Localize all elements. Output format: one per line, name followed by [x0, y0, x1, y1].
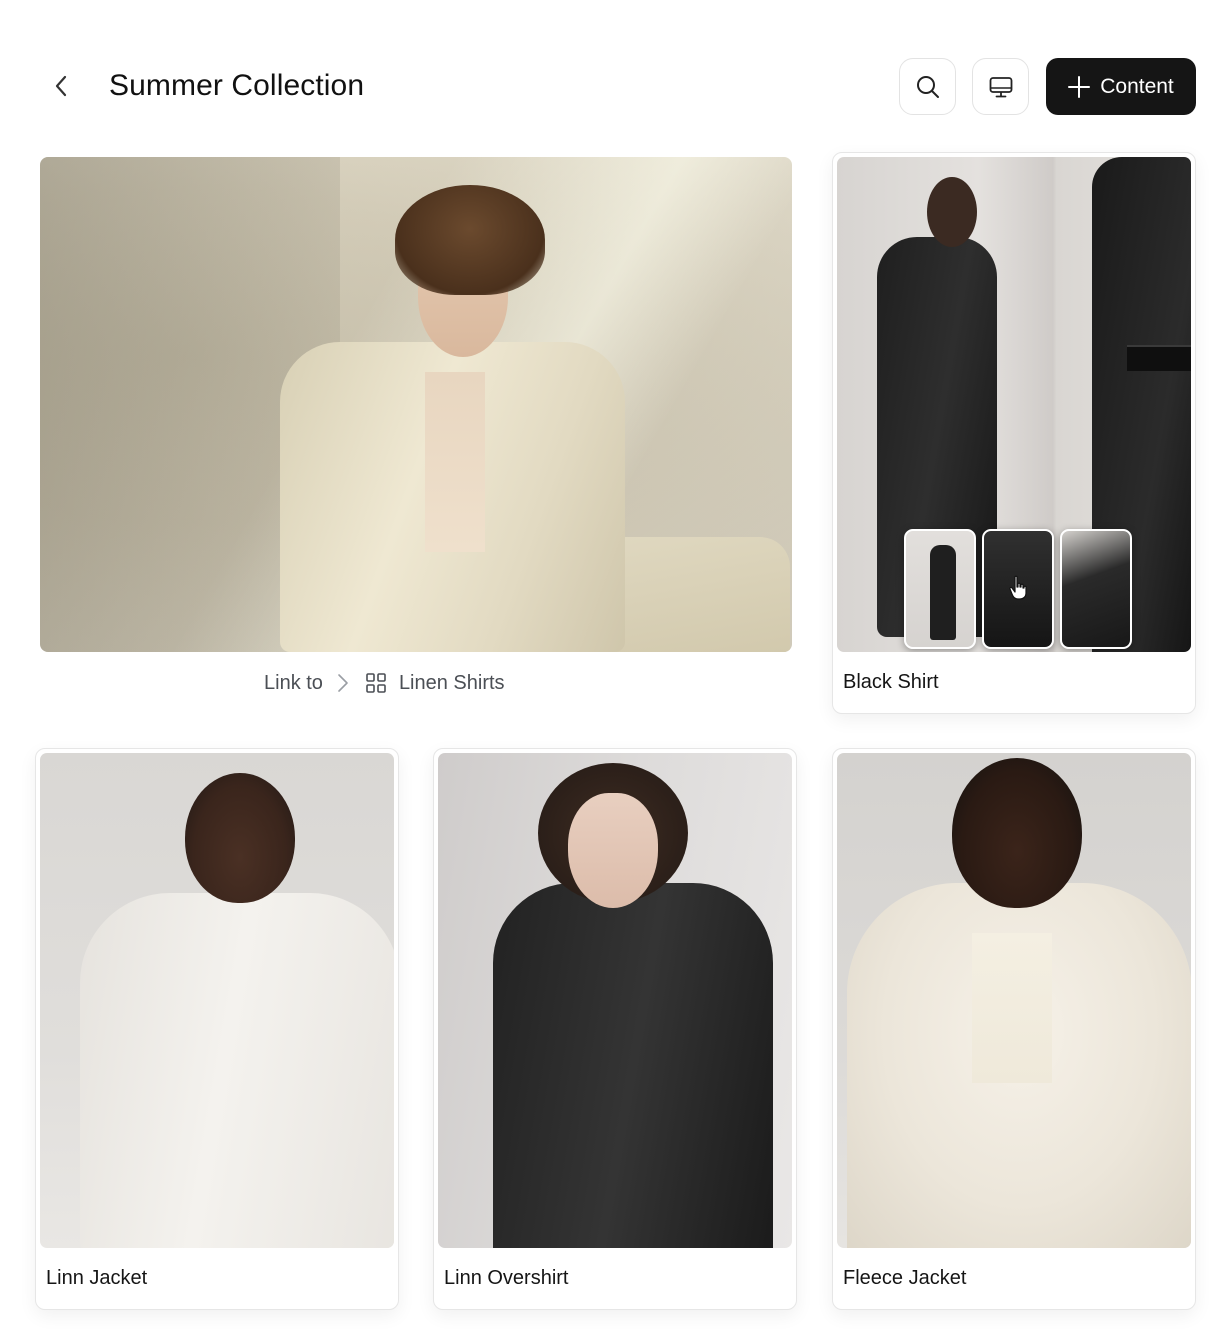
model-figure [493, 883, 773, 1248]
thumbnail-figure [930, 545, 956, 640]
plus-icon [1068, 75, 1091, 98]
product-card-linn-jacket[interactable]: Linn Jacket [35, 748, 399, 1310]
product-image [837, 753, 1191, 1248]
product-name: Linn Overshirt [444, 1267, 569, 1289]
model-head [185, 773, 295, 903]
product-card-fleece-jacket[interactable]: Fleece Jacket [832, 748, 1196, 1310]
add-content-button[interactable]: Content [1046, 58, 1196, 115]
model-head [952, 758, 1082, 908]
hero-image[interactable] [40, 157, 792, 652]
grid-icon [365, 672, 387, 694]
model-face [568, 793, 658, 908]
product-name: Black Shirt [843, 671, 939, 693]
hero-figure-shirt [425, 372, 485, 552]
back-button[interactable] [44, 68, 80, 104]
hero-link[interactable]: Link to Linen Shirts [264, 667, 505, 699]
device-preview-button[interactable] [972, 58, 1029, 115]
product-image [40, 753, 394, 1248]
model-figure [80, 893, 394, 1248]
thumbnail-1[interactable] [904, 529, 976, 649]
product-card-linn-overshirt[interactable]: Linn Overshirt [433, 748, 797, 1310]
search-icon [916, 75, 939, 98]
model-head [927, 177, 977, 247]
thumbnail-2[interactable] [982, 529, 1054, 649]
belt-detail [1127, 345, 1191, 371]
model-collar [972, 933, 1052, 1083]
thumbnail-strip [904, 529, 1132, 649]
hand-pointer-icon [1009, 575, 1027, 600]
chevron-left-icon [55, 75, 67, 97]
thumbnail-3[interactable] [1060, 529, 1132, 649]
product-image [837, 157, 1191, 652]
monitor-icon [989, 76, 1012, 97]
link-target: Linen Shirts [398, 671, 505, 694]
page-title: Summer Collection [109, 69, 365, 102]
product-name: Fleece Jacket [843, 1267, 967, 1289]
product-card-black-shirt[interactable]: Black Shirt [832, 152, 1196, 714]
product-image [438, 753, 792, 1248]
hero-figure-hair [395, 185, 545, 295]
search-button[interactable] [899, 58, 956, 115]
add-content-label: Content [1100, 74, 1174, 98]
product-name: Linn Jacket [46, 1267, 148, 1289]
chevron-right-icon [337, 673, 349, 693]
link-label: Link to [264, 671, 323, 694]
